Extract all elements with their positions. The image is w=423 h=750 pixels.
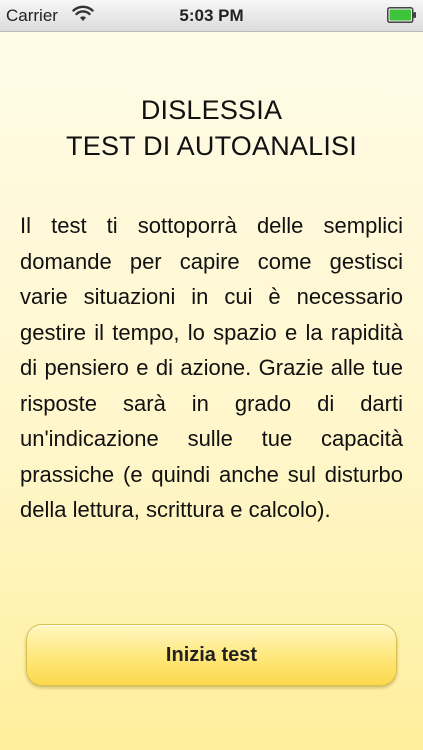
start-test-button[interactable]: Inizia test	[26, 624, 397, 686]
title-line-2: TEST DI AUTOANALISI	[66, 131, 357, 161]
page-title: DISLESSIA TEST DI AUTOANALISI	[0, 92, 423, 164]
test-description: Il test ti sottoporrà delle semplici dom…	[20, 213, 403, 522]
main-content: DISLESSIA TEST DI AUTOANALISI Il test ti…	[0, 32, 423, 750]
status-bar: Carrier 5:03 PM	[0, 0, 423, 32]
status-time: 5:03 PM	[179, 6, 244, 25]
battery-icon	[387, 7, 417, 23]
title-line-1: DISLESSIA	[140, 95, 283, 125]
